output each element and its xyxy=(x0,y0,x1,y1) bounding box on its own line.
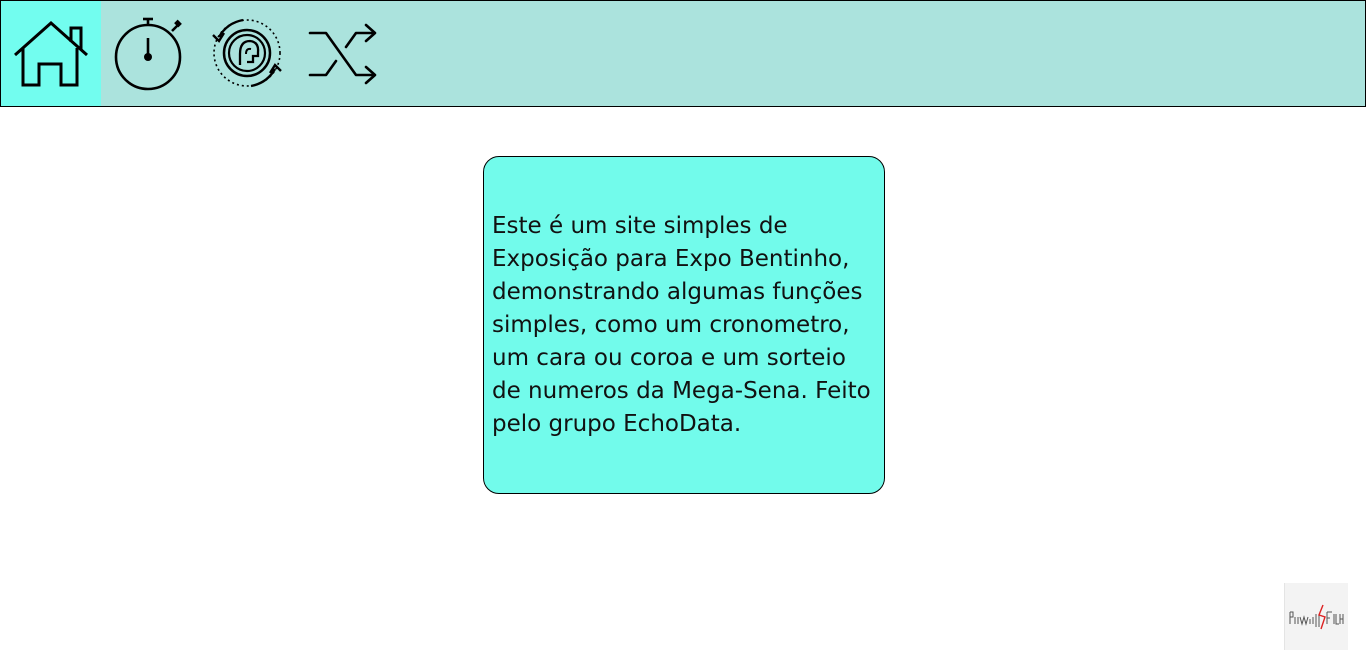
description-card: Este é um site simples de Exposição para… xyxy=(483,156,885,494)
nav-home-button[interactable] xyxy=(1,1,101,106)
nav-shuffle-button[interactable] xyxy=(295,1,392,106)
powered-by-badge[interactable] xyxy=(1284,583,1348,650)
description-text: Este é um site simples de Exposição para… xyxy=(492,212,871,437)
nav-coin-flip-button[interactable] xyxy=(198,1,295,106)
home-icon xyxy=(14,20,88,86)
shuffle-icon xyxy=(308,23,376,84)
coin-flip-icon xyxy=(211,18,282,87)
top-navbar xyxy=(0,0,1366,107)
stopwatch-icon xyxy=(114,17,182,90)
nav-stopwatch-button[interactable] xyxy=(101,1,198,106)
powered-by-logo xyxy=(1289,604,1343,629)
